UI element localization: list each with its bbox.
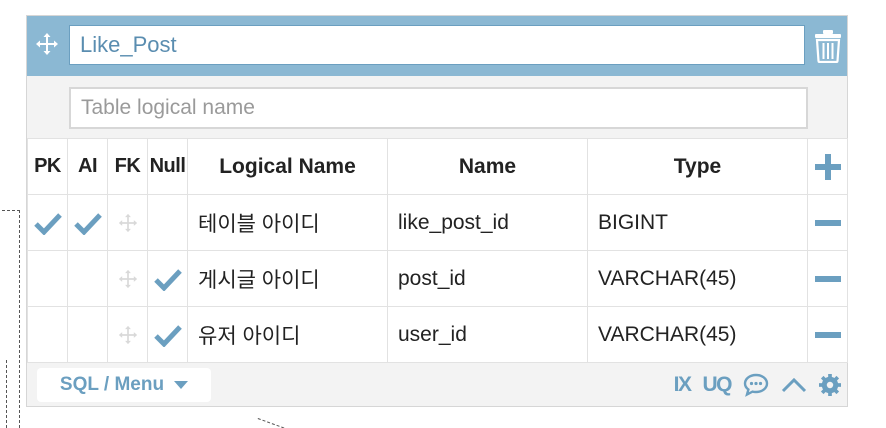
plus-icon[interactable] (814, 153, 841, 180)
sql-menu-label: SQL / Menu (59, 374, 165, 395)
move-arrows-icon (118, 213, 137, 233)
ai-checkbox[interactable] (67, 194, 108, 251)
table-header (27, 16, 847, 76)
table-card[interactable]: PK AI FK Null Logical Name Name Type (26, 15, 848, 407)
remove-column-button[interactable] (807, 306, 848, 363)
erd-canvas: PK AI FK Null Logical Name Name Type (0, 0, 886, 428)
header-logical-name: Logical Name (187, 138, 388, 195)
check-icon (153, 325, 182, 347)
ai-checkbox[interactable] (67, 306, 108, 363)
header-null: Null (147, 138, 188, 195)
chevron-up-icon[interactable] (781, 377, 807, 393)
header-ai: AI (67, 138, 108, 195)
header-type: Type (587, 138, 808, 195)
name-cell[interactable]: user_id (387, 306, 588, 363)
relation-line-left-top (2, 210, 20, 211)
type-cell[interactable]: VARCHAR(45) (587, 306, 808, 363)
name-cell[interactable]: like_post_id (387, 194, 588, 251)
column-row[interactable]: 테이블 아이디 like_post_id BIGINT (27, 194, 848, 251)
null-checkbox[interactable] (147, 194, 188, 251)
header-name: Name (387, 138, 588, 195)
minus-icon[interactable] (814, 219, 841, 226)
columns-header-row: PK AI FK Null Logical Name Name Type (27, 138, 848, 195)
logical-name-cell[interactable]: 테이블 아이디 (187, 194, 388, 251)
minus-icon[interactable] (814, 275, 841, 282)
column-row[interactable]: 게시글 아이디 post_id VARCHAR(45) (27, 250, 848, 307)
check-icon (153, 269, 182, 291)
check-icon (33, 213, 62, 235)
pk-checkbox[interactable] (27, 194, 68, 251)
null-checkbox[interactable] (147, 306, 188, 363)
table-footer: SQL / Menu IX UQ (27, 360, 847, 406)
caret-down-icon (174, 381, 189, 389)
relation-line-left-outer (6, 360, 7, 428)
columns-table: PK AI FK Null Logical Name Name Type 테이블… (27, 138, 848, 363)
footer-tools: IX UQ (674, 370, 841, 400)
column-row[interactable]: 유저 아이디 user_id VARCHAR(45) (27, 306, 848, 363)
add-column-button[interactable] (807, 138, 848, 195)
pk-checkbox[interactable] (27, 250, 68, 307)
type-cell[interactable]: VARCHAR(45) (587, 250, 808, 307)
null-checkbox[interactable] (147, 250, 188, 307)
gear-icon[interactable] (819, 374, 841, 396)
name-cell[interactable]: post_id (387, 250, 588, 307)
move-arrows-icon (118, 269, 137, 289)
move-arrows-icon[interactable] (33, 30, 61, 58)
index-button[interactable]: IX (674, 373, 692, 397)
remove-column-button[interactable] (807, 250, 848, 307)
check-icon (73, 213, 102, 235)
trash-icon[interactable] (813, 28, 843, 64)
remove-column-button[interactable] (807, 194, 848, 251)
minus-icon[interactable] (814, 331, 841, 338)
fk-indicator (107, 250, 148, 307)
table-name-input[interactable] (69, 25, 805, 65)
relation-line-bottom (257, 418, 304, 428)
unique-button[interactable]: UQ (703, 373, 733, 397)
relation-line-left (19, 210, 20, 428)
header-fk: FK (107, 138, 148, 195)
sql-menu-button[interactable]: SQL / Menu (37, 368, 211, 402)
ai-checkbox[interactable] (67, 250, 108, 307)
table-logical-name-input[interactable] (69, 87, 808, 129)
pk-checkbox[interactable] (27, 306, 68, 363)
move-arrows-icon (118, 325, 137, 345)
type-cell[interactable]: BIGINT (587, 194, 808, 251)
fk-indicator (107, 306, 148, 363)
fk-indicator (107, 194, 148, 251)
logical-name-cell[interactable]: 유저 아이디 (187, 306, 388, 363)
header-pk: PK (27, 138, 68, 195)
comment-icon[interactable] (743, 373, 769, 397)
logical-name-cell[interactable]: 게시글 아이디 (187, 250, 388, 307)
